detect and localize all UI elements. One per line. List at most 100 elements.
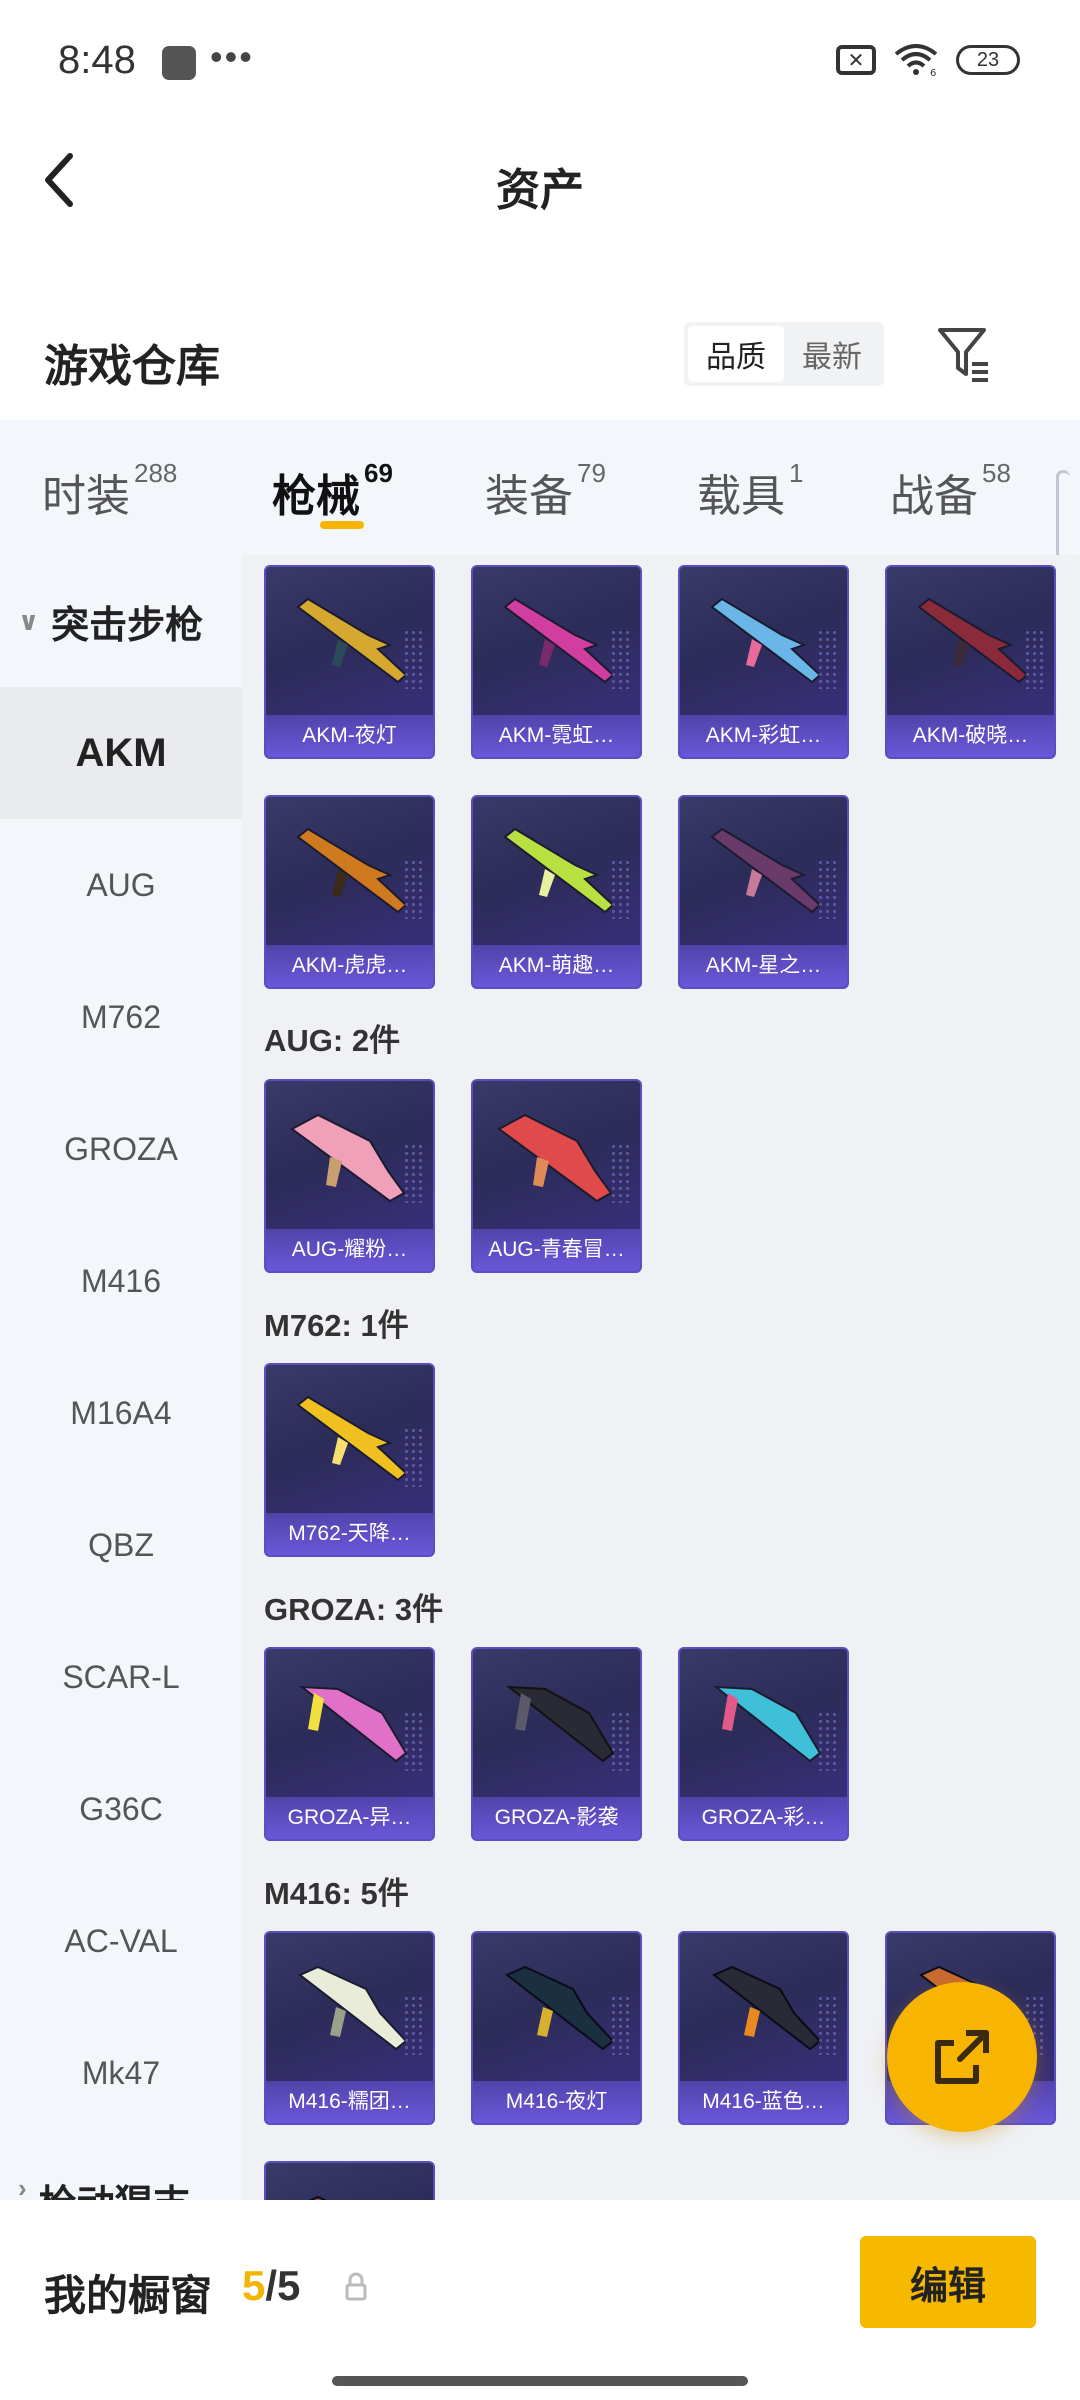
section-label-m762: M762: 1件 (264, 1308, 409, 1343)
sort-toggle: 品质 最新 (684, 322, 884, 386)
tab-supplies[interactable]: 战备 58 (890, 458, 1011, 524)
showcase-count: 5/5 (242, 2262, 301, 2309)
card-pattern (817, 859, 839, 919)
sidebar-item-m16a4[interactable]: M16A4 (0, 1347, 242, 1479)
sidebar-item-qbz[interactable]: QBZ (0, 1479, 242, 1611)
skin-card[interactable]: AKM-彩虹… (678, 565, 849, 759)
sidebar-item-m762[interactable]: M762 (0, 951, 242, 1083)
skin-name: AKM-霓虹… (473, 715, 640, 757)
sidebar-item-ac-val[interactable]: AC-VAL (0, 1875, 242, 2007)
status-bar: 8:48 ••• ✕ 6 23 (0, 0, 1080, 130)
skin-name: AKM-萌趣… (473, 945, 640, 987)
sidebar-group-assault-rifles[interactable]: ∨ 突击步枪 (0, 555, 242, 687)
sidebar-item-akm[interactable]: AKM (0, 687, 242, 819)
page-title: 资产 (496, 166, 584, 215)
battery-icon: 23 (956, 45, 1020, 75)
sidebar-group-label: 枪动猩支 (39, 2173, 191, 2200)
app-notification-icon (162, 46, 196, 80)
sidebar-group-label: 突击步枪 (51, 604, 204, 647)
skin-name: M416-夜灯 (473, 2081, 640, 2123)
showcase-label: 我的橱窗 (44, 2272, 213, 2319)
chevron-right-icon: › (18, 2173, 27, 2200)
skin-name: GROZA-影袭 (473, 1797, 640, 1839)
nav-bar: 资产 (0, 130, 1080, 230)
active-tab-indicator (320, 521, 364, 529)
skin-card[interactable]: AKM-破晓… (885, 565, 1056, 759)
card-pattern (610, 629, 632, 689)
rifle-icon (308, 2195, 327, 2200)
home-indicator[interactable] (332, 2376, 748, 2386)
tab-fashion[interactable]: 时装 288 (42, 458, 177, 524)
category-tabs: 时装 288 枪械 69 装备 79 载具 1 战备 58 (0, 420, 1080, 555)
section-label-m416: M416: 5件 (264, 1876, 409, 1911)
skin-name: GROZA-彩… (680, 1797, 847, 1839)
skin-card[interactable]: AKM-虎虎… (264, 795, 435, 989)
card-pattern (403, 1995, 425, 2055)
skin-name: AUG-青春冒… (473, 1229, 640, 1271)
skin-name: GROZA-异… (266, 1797, 433, 1839)
skin-card[interactable]: M416-糯团… (264, 1931, 435, 2125)
no-sim-icon: ✕ (836, 45, 876, 75)
skin-card[interactable]: AUG-青春冒… (471, 1079, 642, 1273)
tab-firearms[interactable]: 枪械 69 (272, 458, 393, 524)
skin-card[interactable]: AKM-夜灯 (264, 565, 435, 759)
wifi-icon: 6 (894, 44, 938, 76)
tab-equipment[interactable]: 装备 79 (485, 458, 606, 524)
skin-name: M416-蓝色… (680, 2081, 847, 2123)
card-pattern (403, 1711, 425, 1771)
card-pattern (403, 859, 425, 919)
filter-icon[interactable] (936, 324, 992, 384)
card-pattern (610, 1995, 632, 2055)
edit-button[interactable]: 编辑 (860, 2236, 1036, 2328)
card-pattern (610, 1711, 632, 1771)
skin-name: AKM-彩虹… (680, 715, 847, 757)
section-label-groza: GROZA: 3件 (264, 1592, 444, 1627)
skin-card[interactable]: AKM-萌趣… (471, 795, 642, 989)
sort-quality-button[interactable]: 品质 (688, 326, 784, 382)
card-pattern (610, 1143, 632, 1203)
card-pattern (403, 1143, 425, 1203)
sidebar-item-aug[interactable]: AUG (0, 819, 242, 951)
skin-card[interactable]: AKM-霓虹… (471, 565, 642, 759)
skin-card[interactable] (264, 2161, 435, 2200)
sidebar-group-next[interactable]: › 枪动猩支 (0, 2139, 242, 2200)
tab-vehicles[interactable]: 载具 1 (697, 458, 803, 524)
skin-card[interactable]: GROZA-影袭 (471, 1647, 642, 1841)
status-time: 8:48 (58, 38, 136, 82)
tab-scroll-indicator (1056, 470, 1070, 560)
skin-card[interactable]: M762-天降… (264, 1363, 435, 1557)
section-label-aug: AUG: 2件 (264, 1023, 401, 1058)
warehouse-header: 游戏仓库 品质 最新 (0, 310, 1080, 410)
sidebar-item-scar-l[interactable]: SCAR-L (0, 1611, 242, 1743)
sidebar-item-m416[interactable]: M416 (0, 1215, 242, 1347)
skin-name: M416-糯团… (266, 2081, 433, 2123)
card-pattern (403, 629, 425, 689)
sidebar-item-g36c[interactable]: G36C (0, 1743, 242, 1875)
sidebar-item-groza[interactable]: GROZA (0, 1083, 242, 1215)
skin-name: M762-天降… (266, 1513, 433, 1555)
card-pattern (817, 1711, 839, 1771)
skin-name: AKM-破晓… (887, 715, 1054, 757)
card-pattern (817, 1995, 839, 2055)
warehouse-title: 游戏仓库 (44, 342, 220, 391)
skin-name: AKM-夜灯 (266, 715, 433, 757)
card-pattern (403, 1427, 425, 1487)
skin-card[interactable]: AUG-耀粉… (264, 1079, 435, 1273)
chevron-down-icon: ∨ (18, 605, 40, 636)
skin-card[interactable]: GROZA-异… (264, 1647, 435, 1841)
share-button[interactable] (887, 1982, 1037, 2132)
bottom-bar: 我的橱窗 5/5 编辑 (0, 2200, 1080, 2400)
skin-name: AKM-虎虎… (266, 945, 433, 987)
lock-icon (345, 2272, 367, 2301)
sidebar-item-mk47[interactable]: Mk47 (0, 2007, 242, 2139)
skin-card[interactable]: M416-夜灯 (471, 1931, 642, 2125)
skin-card[interactable]: GROZA-彩… (678, 1647, 849, 1841)
card-pattern (817, 629, 839, 689)
wifi-badge: 6 (930, 68, 936, 76)
weapon-grid: AKM-夜灯 AKM-霓虹… AKM-彩虹… AKM-破晓… AKM-虎虎… A… (242, 555, 1080, 2200)
share-icon (935, 2030, 989, 2084)
skin-card[interactable]: M416-蓝色… (678, 1931, 849, 2125)
sort-newest-button[interactable]: 最新 (784, 326, 880, 382)
card-pattern (610, 859, 632, 919)
skin-card[interactable]: AKM-星之… (678, 795, 849, 989)
